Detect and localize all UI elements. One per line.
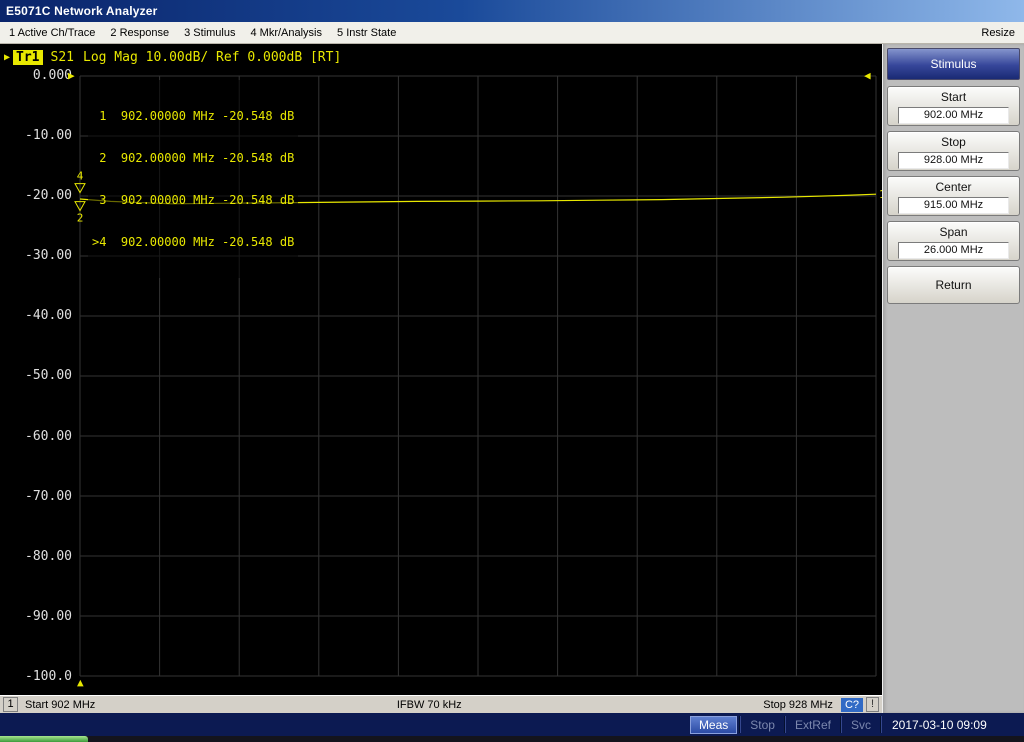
- trace-label[interactable]: Tr1: [13, 50, 43, 65]
- marker-readout-row: >4 902.00000 MHz -20.548 dB: [92, 235, 295, 249]
- meas-status-badge: Meas: [689, 715, 738, 734]
- measurement-display: ▶ Tr1 S21 Log Mag 10.00dB/ Ref 0.000dB […: [0, 44, 886, 695]
- softkey-start-value: 902.00 MHz: [898, 107, 1009, 124]
- y-axis-label: -70.00: [25, 488, 72, 504]
- menu-active-ch-trace[interactable]: 1 Active Ch/Trace: [9, 27, 95, 39]
- sweep-stop-status: Stop: [750, 717, 775, 732]
- softkey-panel: Stimulus Start 902.00 MHz Stop 928.00 MH…: [882, 44, 1024, 713]
- window-titlebar[interactable]: E5071C Network Analyzer: [0, 0, 1024, 22]
- menu-mkr-analysis[interactable]: 4 Mkr/Analysis: [250, 27, 322, 39]
- y-axis-label: -100.0: [25, 668, 72, 684]
- softkey-menu-title: Stimulus: [887, 48, 1020, 80]
- y-axis-label: -40.00: [25, 308, 72, 324]
- softkey-center-value: 915.00 MHz: [898, 197, 1009, 214]
- softkey-return[interactable]: Return: [887, 266, 1020, 304]
- menu-resize[interactable]: Resize: [981, 27, 1015, 39]
- softkey-center[interactable]: Center 915.00 MHz: [887, 176, 1020, 216]
- channel-stop-freq: Stop 928 MHz: [763, 698, 833, 711]
- windows-start-button[interactable]: [0, 736, 88, 742]
- y-axis-label: 0.000: [32, 68, 72, 83]
- y-axis-label: -80.00: [25, 548, 72, 564]
- y-axis-label: -60.00: [25, 428, 72, 444]
- correction-status-badge: C?: [840, 697, 863, 712]
- status-separator: [783, 716, 786, 733]
- status-separator: [839, 716, 842, 733]
- marker-readout-row: 2 902.00000 MHz -20.548 dB: [92, 151, 295, 165]
- e5071c-application-window: E5071C Network Analyzer 1 Active Ch/Trac…: [0, 0, 1024, 742]
- menu-response[interactable]: 2 Response: [110, 27, 169, 39]
- softkey-start[interactable]: Start 902.00 MHz: [887, 86, 1020, 126]
- channel-start-freq: Start 902 MHz: [25, 698, 96, 711]
- y-axis-label: -10.00: [25, 128, 72, 144]
- menu-instr-state[interactable]: 5 Instr State: [337, 27, 396, 39]
- status-separator: [739, 716, 742, 733]
- menu-stimulus[interactable]: 3 Stimulus: [184, 27, 235, 39]
- trace-header: ▶ Tr1 S21 Log Mag 10.00dB/ Ref 0.000dB […: [4, 50, 341, 65]
- extref-status: ExtRef: [794, 717, 831, 732]
- y-axis-label: -20.00: [25, 188, 72, 204]
- menu-bar: 1 Active Ch/Trace 2 Response 3 Stimulus …: [0, 22, 1024, 44]
- y-axis-label: -50.00: [25, 368, 72, 384]
- instrument-status-bar: Meas Stop ExtRef Svc 2017-03-10 09:09: [0, 713, 1024, 736]
- softkey-start-label: Start: [940, 90, 967, 104]
- svg-text:4: 4: [77, 170, 84, 183]
- softkey-stop-value: 928.00 MHz: [898, 152, 1009, 169]
- ref-level-arrow-left-icon: ▶: [68, 69, 75, 82]
- channel-number-badge: 1: [3, 697, 18, 712]
- softkey-stop[interactable]: Stop 928.00 MHz: [887, 131, 1020, 171]
- sweep-start-arrow-icon: ▲: [77, 676, 84, 689]
- trace-measurement: S21: [50, 50, 74, 65]
- channel-ifbw: IFBW 70 kHz: [396, 698, 462, 711]
- softkey-span-value: 26.000 MHz: [898, 242, 1009, 259]
- svc-status: Svc: [850, 717, 871, 732]
- y-axis-label: -90.00: [25, 608, 72, 624]
- windows-taskbar: [0, 736, 1024, 742]
- warning-indicator: !: [866, 697, 879, 712]
- softkey-span-label: Span: [939, 225, 968, 239]
- window-title: E5071C Network Analyzer: [6, 4, 158, 18]
- softkey-span[interactable]: Span 26.000 MHz: [887, 221, 1020, 261]
- marker-readout: 1 902.00000 MHz -20.548 dB 2 902.00000 M…: [88, 80, 299, 278]
- y-axis-label: -30.00: [25, 248, 72, 264]
- channel-status-bar: 1 Start 902 MHz IFBW 70 kHz Stop 928 MHz…: [0, 695, 882, 713]
- y-axis-labels: 0.000 -10.00 -20.00 -30.00 -40.00 -50.00…: [0, 68, 72, 684]
- trace-format-text: Log Mag 10.00dB/ Ref 0.000dB [RT]: [83, 50, 342, 65]
- marker-readout-row: 3 902.00000 MHz -20.548 dB: [92, 193, 295, 207]
- softkey-stop-label: Stop: [941, 135, 966, 149]
- status-separator: [880, 716, 882, 733]
- softkey-center-label: Center: [935, 180, 972, 194]
- marker-readout-row: 1 902.00000 MHz -20.548 dB: [92, 109, 295, 123]
- active-trace-arrow-icon: ▶: [4, 52, 11, 63]
- ref-level-arrow-right-icon: ◀: [864, 69, 871, 82]
- softkey-return-label: Return: [935, 278, 972, 292]
- datetime-display: 2017-03-10 09:09: [892, 717, 987, 732]
- svg-text:2: 2: [77, 212, 84, 225]
